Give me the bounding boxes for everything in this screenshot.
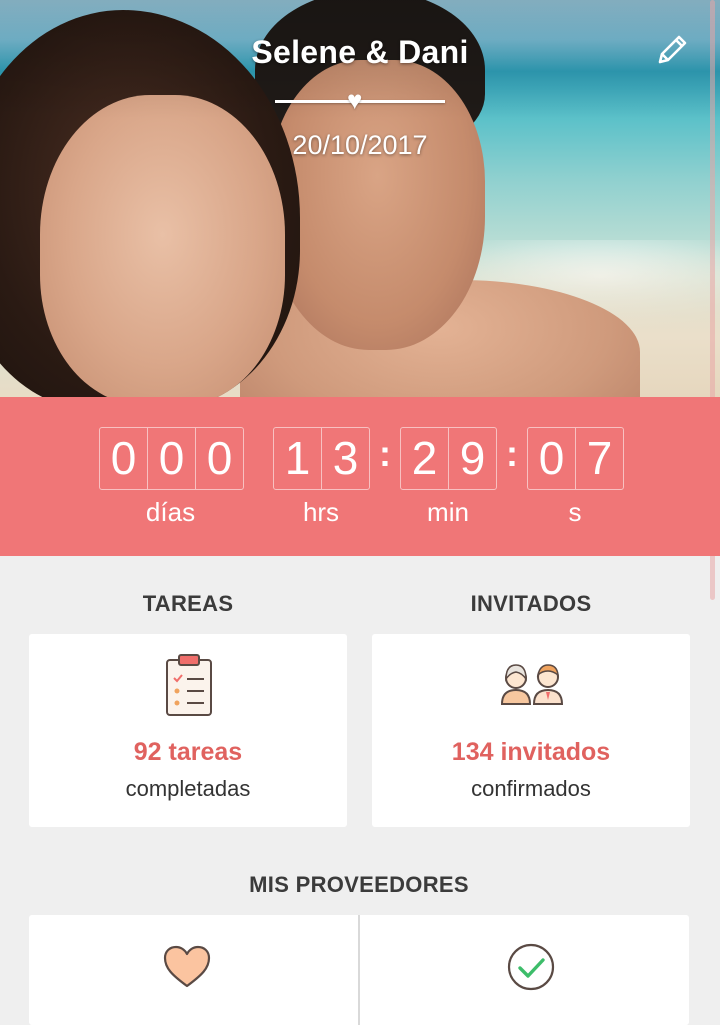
tasks-card[interactable]: 92 tareas completadas — [29, 634, 347, 827]
hours-digit: 3 — [321, 428, 369, 489]
guests-card[interactable]: 134 invitados confirmados — [372, 634, 690, 827]
time-separator: : — [379, 433, 391, 474]
heart-icon — [163, 945, 211, 988]
check-circle-icon — [507, 943, 555, 991]
edit-button[interactable] — [652, 30, 692, 70]
days-label: días — [145, 497, 196, 527]
vendors-heading: MIS PROVEEDORES — [249, 872, 469, 897]
days-digit: 0 — [195, 428, 243, 489]
minutes-digit: 9 — [448, 428, 496, 489]
tasks-heading: TAREAS — [142, 591, 234, 616]
minutes-counter: 2 9 — [400, 427, 497, 490]
hours-counter: 1 3 — [273, 427, 370, 490]
time-separator: : — [506, 433, 518, 474]
countdown-panel: 0 0 0 1 3 : 2 9 : 0 7 días hrs min s — [0, 397, 720, 556]
days-digit: 0 — [147, 428, 195, 489]
vendors-card — [29, 915, 689, 1025]
tasks-count: 92 tareas — [133, 738, 243, 766]
pencil-icon — [658, 35, 687, 64]
minutes-label: min — [427, 497, 469, 527]
days-digit: 0 — [110, 432, 137, 484]
couple-names: Selene & Dani — [251, 34, 469, 70]
clipboard-checklist-icon — [164, 652, 214, 723]
days-counter: 0 0 0 — [99, 427, 244, 490]
seconds-digit: 7 — [575, 428, 623, 489]
seconds-counter: 0 7 — [527, 427, 624, 490]
couple-guests-icon — [499, 662, 565, 711]
favorite-vendors-button[interactable] — [29, 915, 358, 1025]
hours-digit: 1 — [284, 432, 311, 484]
heart-divider: ♥ — [275, 87, 445, 113]
hired-vendors-button[interactable] — [360, 915, 689, 1025]
guests-heading: INVITADOS — [470, 591, 592, 616]
wedding-date: 20/10/2017 — [292, 130, 428, 160]
minutes-digit: 2 — [411, 432, 438, 484]
seconds-label: s — [568, 497, 582, 527]
hours-label: hrs — [302, 497, 340, 527]
seconds-digit: 0 — [538, 432, 565, 484]
heart-icon: ♥ — [347, 85, 363, 115]
guests-count: 134 invitados — [451, 738, 611, 766]
guests-status: confirmados — [471, 776, 591, 801]
tasks-status: completadas — [125, 776, 251, 801]
